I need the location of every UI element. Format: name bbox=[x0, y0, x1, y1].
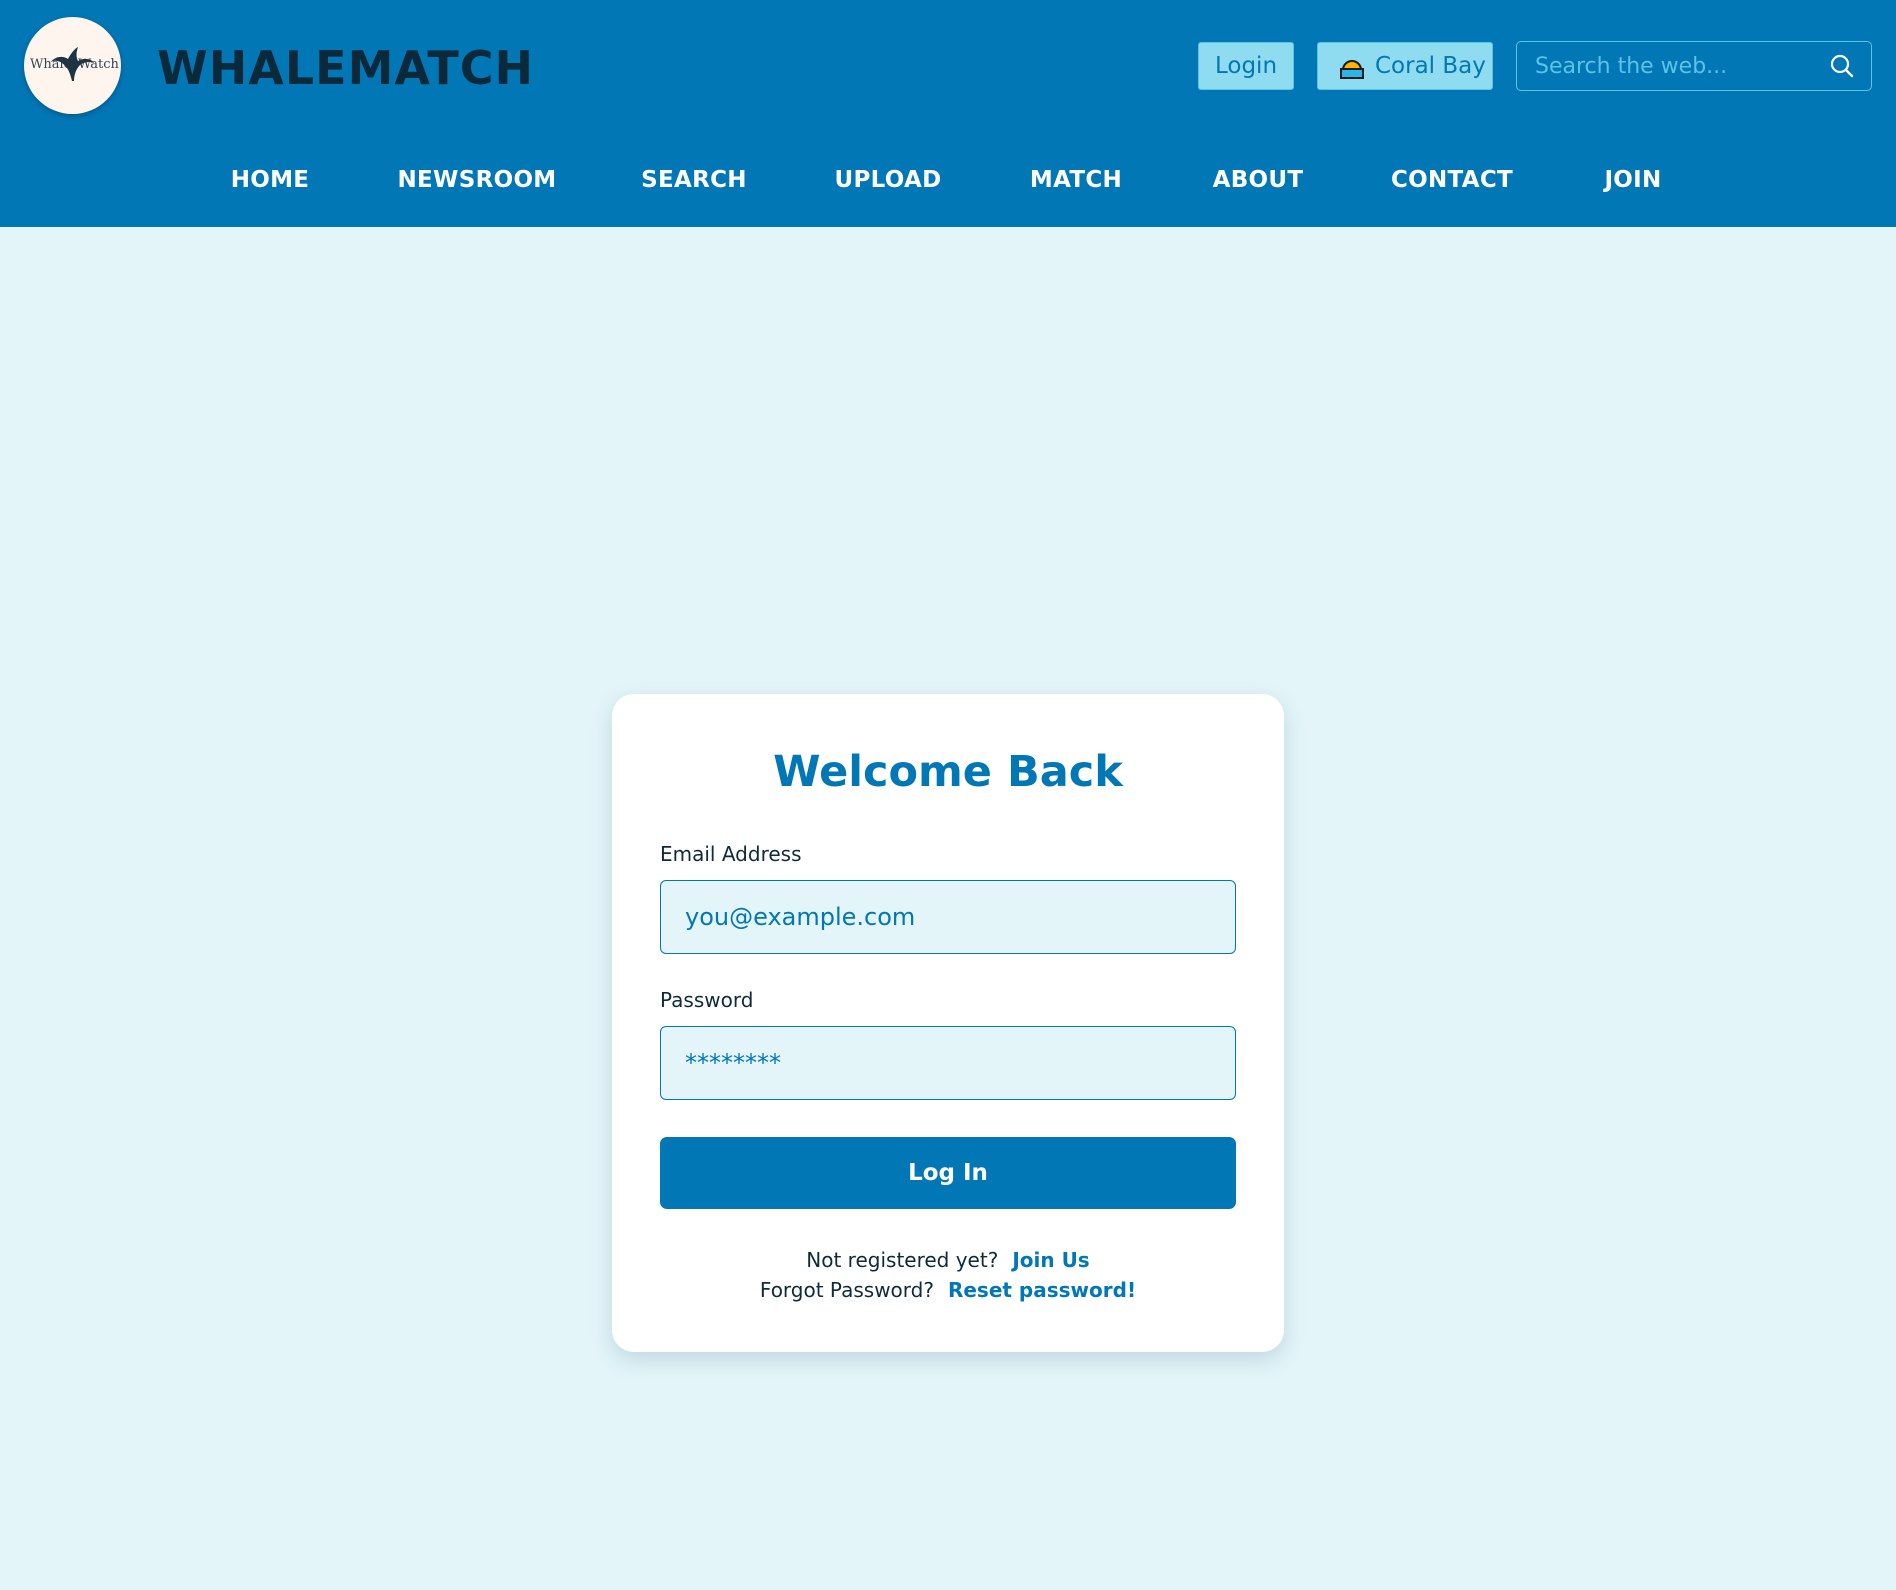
nav-join[interactable]: JOIN bbox=[1604, 160, 1661, 200]
email-label: Email Address bbox=[660, 842, 802, 866]
beach-sun-icon bbox=[1340, 60, 1364, 79]
search-icon[interactable] bbox=[1829, 53, 1855, 79]
password-label: Password bbox=[660, 988, 754, 1012]
log-in-button[interactable]: Log In bbox=[660, 1137, 1236, 1209]
nav-about[interactable]: ABOUT bbox=[1213, 160, 1304, 200]
login-button[interactable]: Login bbox=[1198, 42, 1294, 90]
nav-home[interactable]: HOME bbox=[231, 160, 310, 200]
search-input[interactable] bbox=[1518, 43, 1818, 89]
email-field[interactable] bbox=[660, 880, 1236, 954]
nav-contact[interactable]: CONTACT bbox=[1391, 160, 1513, 200]
nav-match[interactable]: MATCH bbox=[1030, 160, 1122, 200]
register-text: Not registered yet? bbox=[806, 1248, 999, 1272]
nav-upload[interactable]: UPLOAD bbox=[835, 160, 942, 200]
whale-tail-icon bbox=[50, 47, 94, 81]
reset-password-link[interactable]: Reset password! bbox=[948, 1278, 1136, 1302]
main-nav: HOME NEWSROOM SEARCH UPLOAD MATCH ABOUT … bbox=[0, 160, 1896, 200]
site-header: Whale Watch WHALEMATCH Login Coral Bay H… bbox=[0, 0, 1896, 227]
site-logo[interactable]: Whale Watch bbox=[24, 17, 121, 114]
nav-newsroom[interactable]: NEWSROOM bbox=[398, 160, 557, 200]
register-line: Not registered yet? Join Us bbox=[612, 1246, 1284, 1274]
location-button[interactable]: Coral Bay bbox=[1317, 42, 1493, 90]
nav-search[interactable]: SEARCH bbox=[641, 160, 747, 200]
forgot-text: Forgot Password? bbox=[759, 1278, 934, 1302]
location-label: Coral Bay bbox=[1375, 53, 1486, 79]
web-search bbox=[1516, 41, 1872, 91]
card-title: Welcome Back bbox=[773, 747, 1123, 797]
join-us-link[interactable]: Join Us bbox=[1012, 1248, 1089, 1272]
password-field[interactable] bbox=[660, 1026, 1236, 1100]
login-card: Welcome Back Email Address Password Log … bbox=[612, 694, 1284, 1352]
brand-title[interactable]: WHALEMATCH bbox=[157, 40, 534, 96]
forgot-line: Forgot Password? Reset password! bbox=[612, 1276, 1284, 1304]
